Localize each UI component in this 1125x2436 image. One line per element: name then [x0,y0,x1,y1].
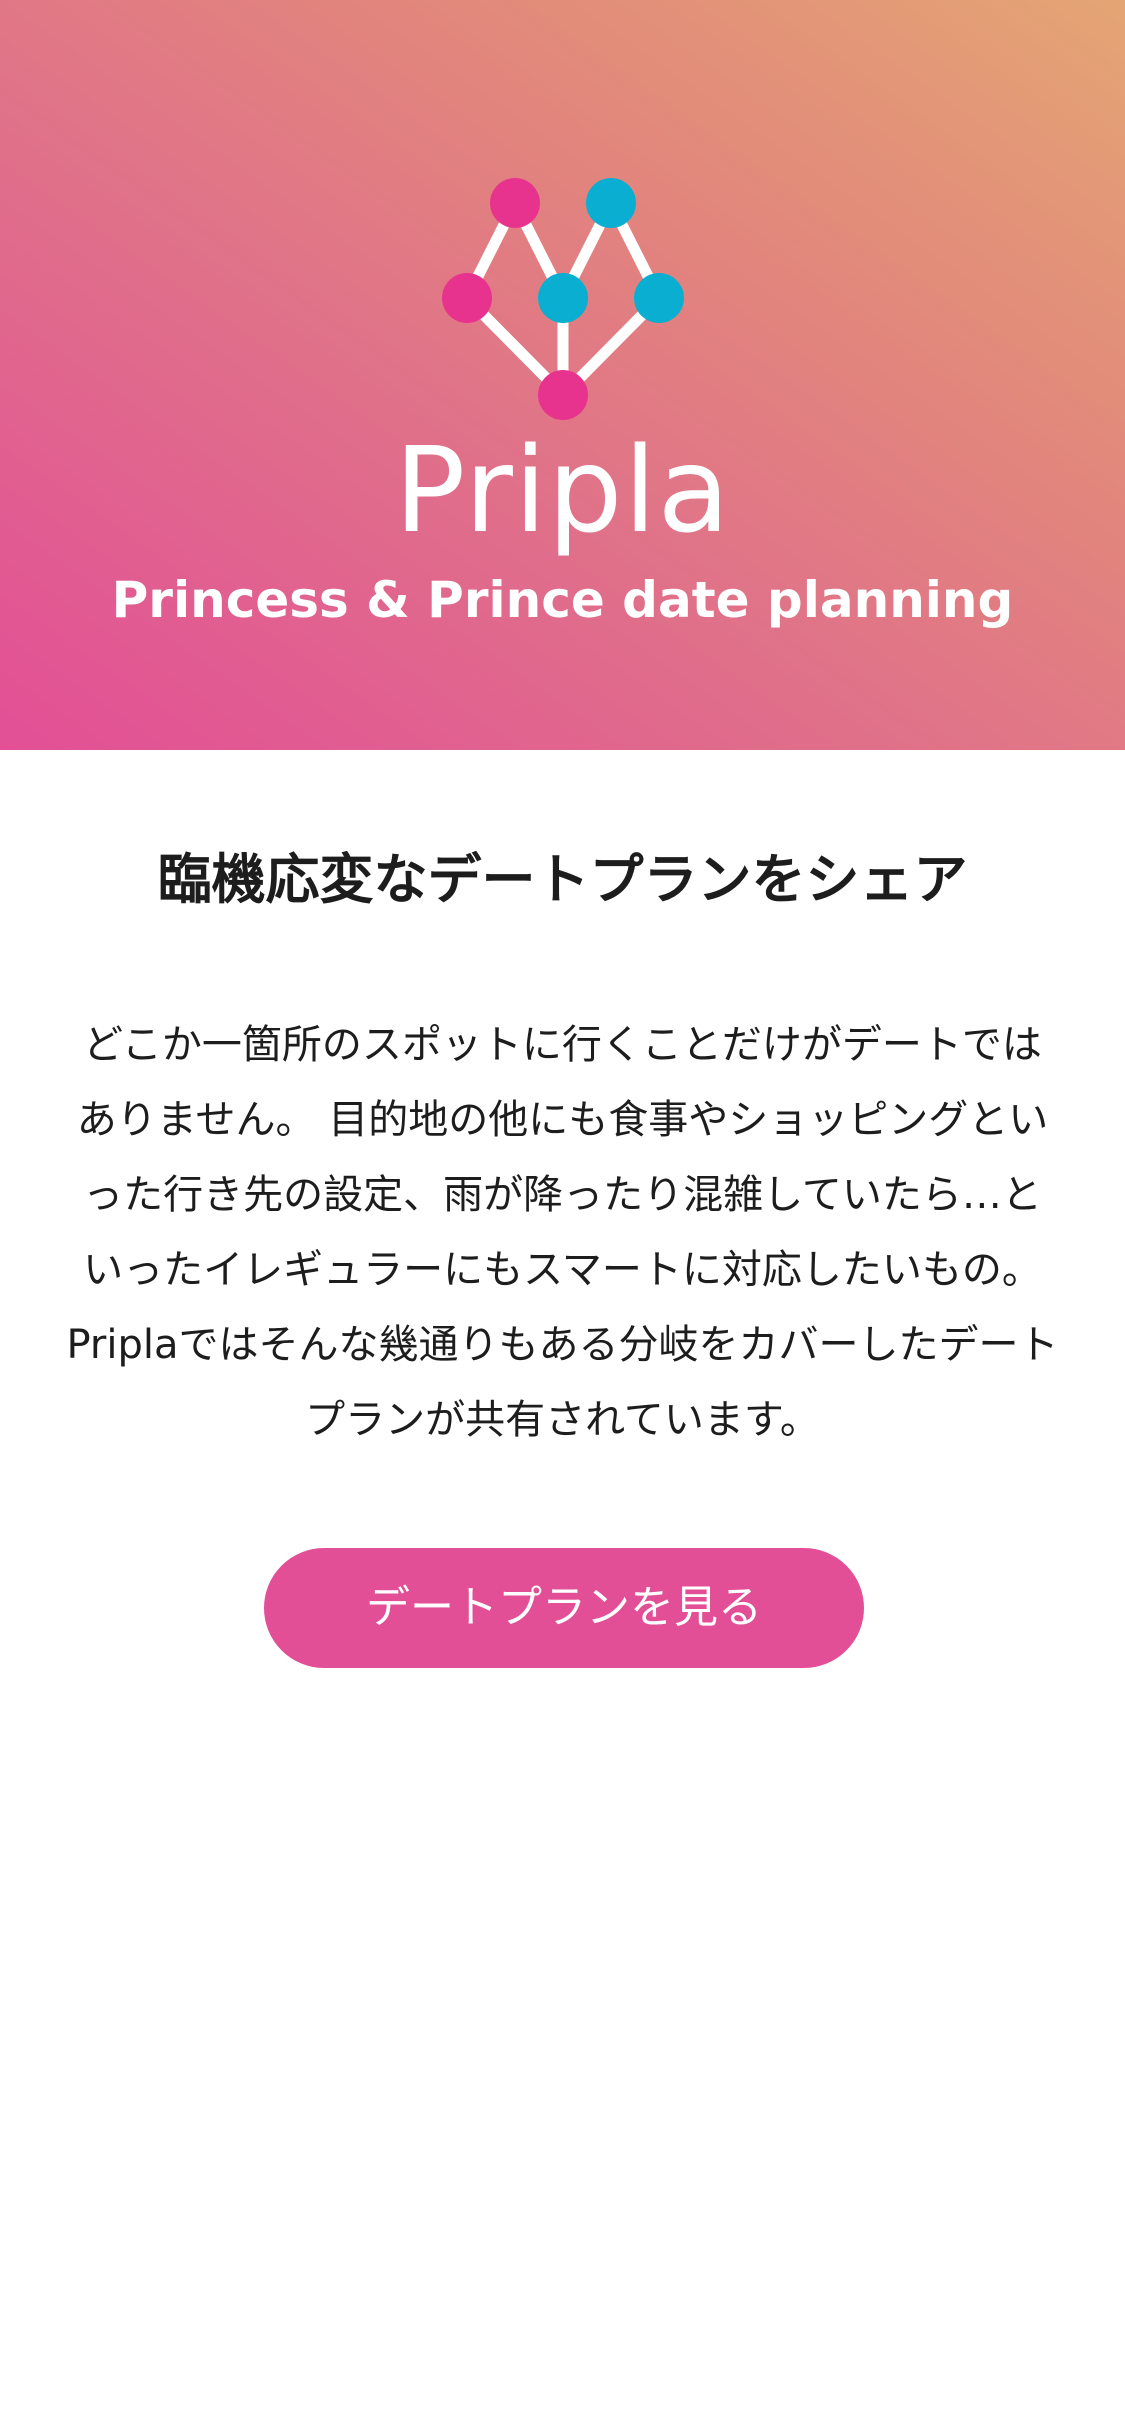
description-text: どこか一箇所のスポットに行くことだけがデートでは ありません。 目的地の他にも食… [40,1008,1085,1458]
view-date-plans-button[interactable]: デートプランを見る [264,1548,864,1668]
brand-name: Pripla [394,421,731,559]
description-line: Priplaではそんな幾通りもある分岐をカバーしたデート [66,1322,1059,1368]
description-line: プランが共有されています。 [305,1397,820,1443]
brand-tagline: Princess & Prince date planning [111,571,1014,629]
description-line: どこか一箇所のスポットに行くことだけがデートでは [83,1022,1042,1068]
page: Pripla Princess & Prince date planning 臨… [0,0,1125,2436]
description-line: ありません。 目的地の他にも食事やショッピングとい [76,1097,1049,1143]
description-line: った行き先の設定、雨が降ったり混雑していたら…と [83,1172,1042,1218]
hero-banner: Pripla Princess & Prince date planning [0,0,1125,750]
heart-network-logo-icon [442,178,684,420]
section-heading: 臨機応変なデートプランをシェア [157,848,968,911]
description-line: いったイレギュラーにもスマートに対応したいもの。 [83,1247,1042,1293]
